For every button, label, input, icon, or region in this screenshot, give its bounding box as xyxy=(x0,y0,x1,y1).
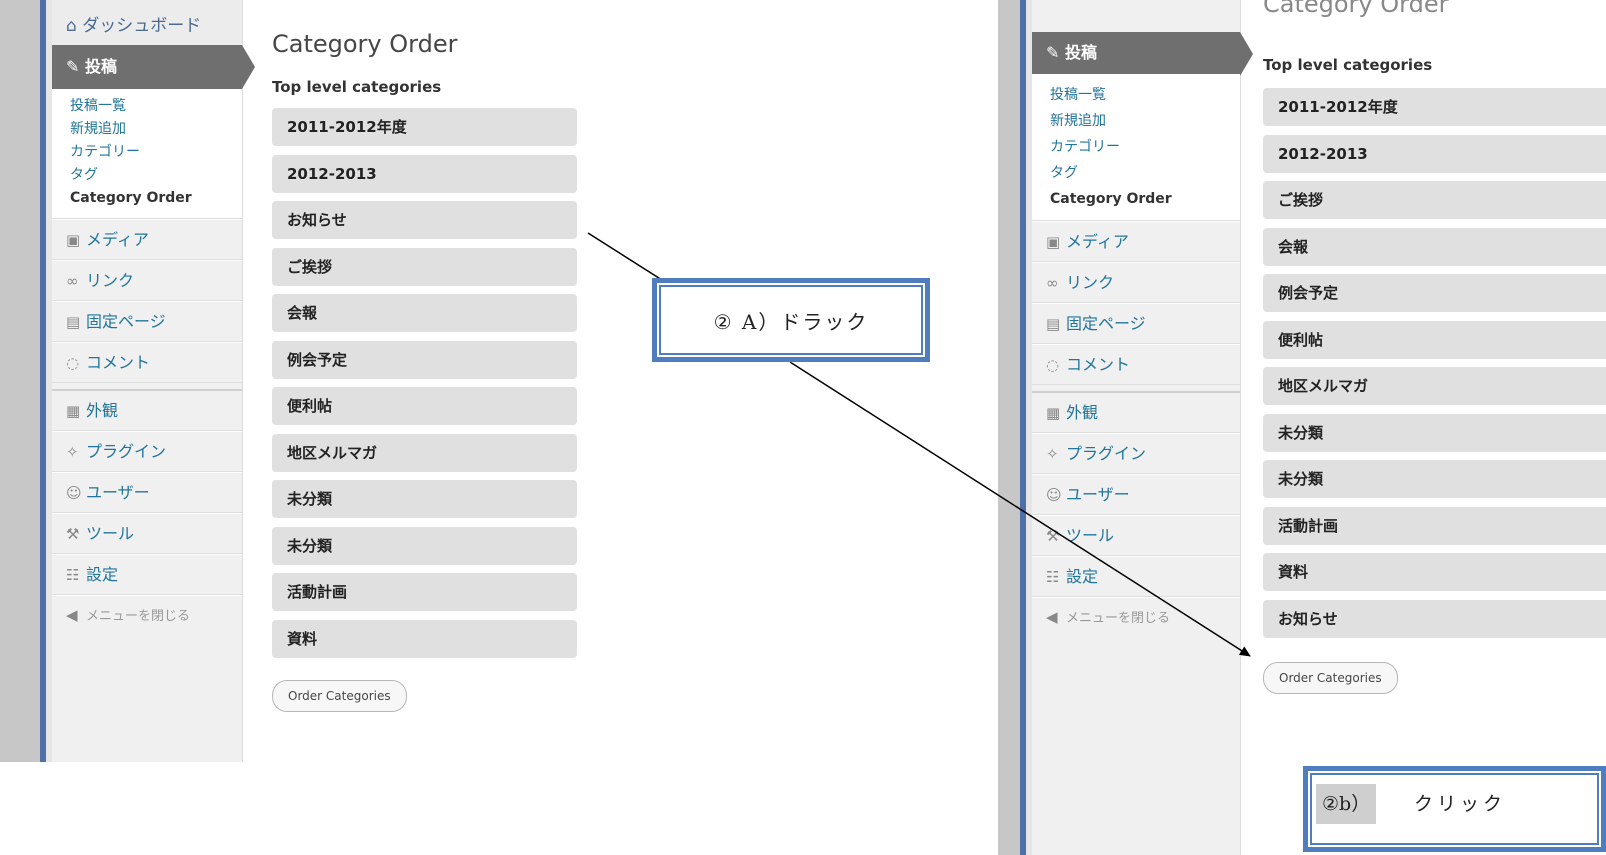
drag-source-line xyxy=(587,232,663,281)
annotation-arrows xyxy=(587,232,1251,657)
drag-callout: ② A）ドラック xyxy=(652,278,930,362)
drag-target-arrow xyxy=(789,361,1251,657)
click-callout: ②b） クリック xyxy=(1303,766,1606,852)
click-callout-step: ②b） xyxy=(1316,784,1377,824)
drag-callout-text: ② A）ドラック xyxy=(713,309,869,334)
click-callout-text: クリック xyxy=(1414,793,1507,815)
